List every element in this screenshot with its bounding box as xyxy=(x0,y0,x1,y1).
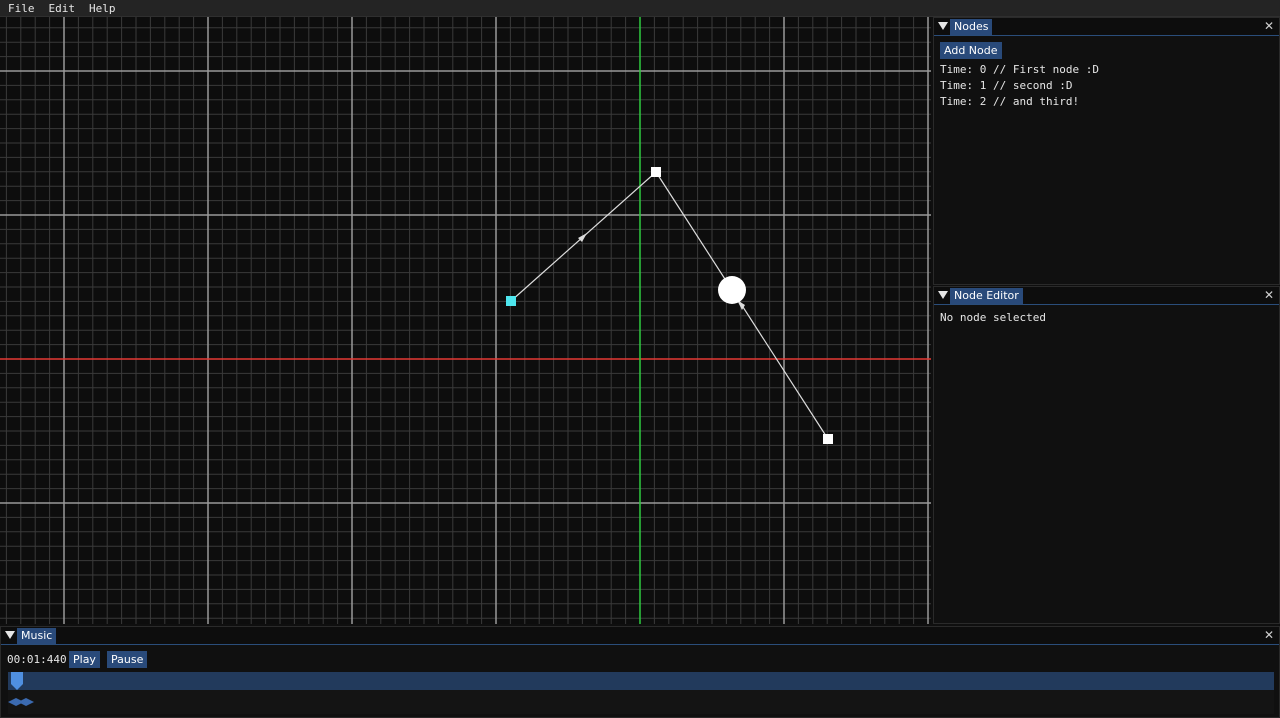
node-editor-status: No node selected xyxy=(940,311,1046,324)
triangle-down-icon[interactable] xyxy=(5,631,15,639)
node-0-handle[interactable] xyxy=(506,296,516,306)
node-list-item-2[interactable]: Time: 2 // and third! xyxy=(940,94,1079,110)
node-editor-panel: Node Editor ✕ No node selected xyxy=(933,286,1280,624)
waveform-svg xyxy=(8,698,34,706)
node-editor-header[interactable]: Node Editor ✕ xyxy=(934,287,1279,305)
triangle-down-icon[interactable] xyxy=(938,291,948,299)
play-button[interactable]: Play xyxy=(69,651,100,668)
music-timeline[interactable] xyxy=(8,672,1274,690)
position-marker[interactable] xyxy=(718,276,746,304)
music-panel-title: Music xyxy=(17,628,57,644)
add-node-button[interactable]: Add Node xyxy=(940,42,1002,59)
playhead-handle[interactable] xyxy=(11,672,23,690)
triangle-down-icon[interactable] xyxy=(938,22,948,30)
close-icon[interactable]: ✕ xyxy=(1263,289,1275,301)
nodes-panel: Nodes ✕ Add Node Time: 0 // First node :… xyxy=(933,17,1280,285)
nodes-panel-header[interactable]: Nodes ✕ xyxy=(934,18,1279,36)
node-editor-title: Node Editor xyxy=(950,288,1023,304)
node-2-handle[interactable] xyxy=(823,434,833,444)
node-list-item-1[interactable]: Time: 1 // second :D xyxy=(940,78,1072,94)
node-list-item-0[interactable]: Time: 0 // First node :D xyxy=(940,62,1099,78)
grid-minor xyxy=(0,17,931,624)
menu-help[interactable]: Help xyxy=(81,0,122,17)
grid-major xyxy=(0,17,931,624)
menu-edit[interactable]: Edit xyxy=(41,0,82,17)
close-icon[interactable]: ✕ xyxy=(1263,629,1275,641)
music-panel-header[interactable]: Music ✕ xyxy=(1,627,1279,645)
music-waveform-track[interactable] xyxy=(8,690,1274,714)
menu-bar: File Edit Help xyxy=(0,0,1280,17)
music-panel: Music ✕ 00:01:440 Play Pause xyxy=(0,626,1280,718)
menu-file[interactable]: File xyxy=(0,0,41,17)
pause-button[interactable]: Pause xyxy=(107,651,148,668)
music-time-readout: 00:01:440 xyxy=(7,653,67,666)
canvas-viewport[interactable] xyxy=(0,17,931,624)
close-icon[interactable]: ✕ xyxy=(1263,20,1275,32)
canvas-svg[interactable] xyxy=(0,17,931,624)
nodes-panel-title: Nodes xyxy=(950,19,993,35)
node-1-handle[interactable] xyxy=(651,167,661,177)
